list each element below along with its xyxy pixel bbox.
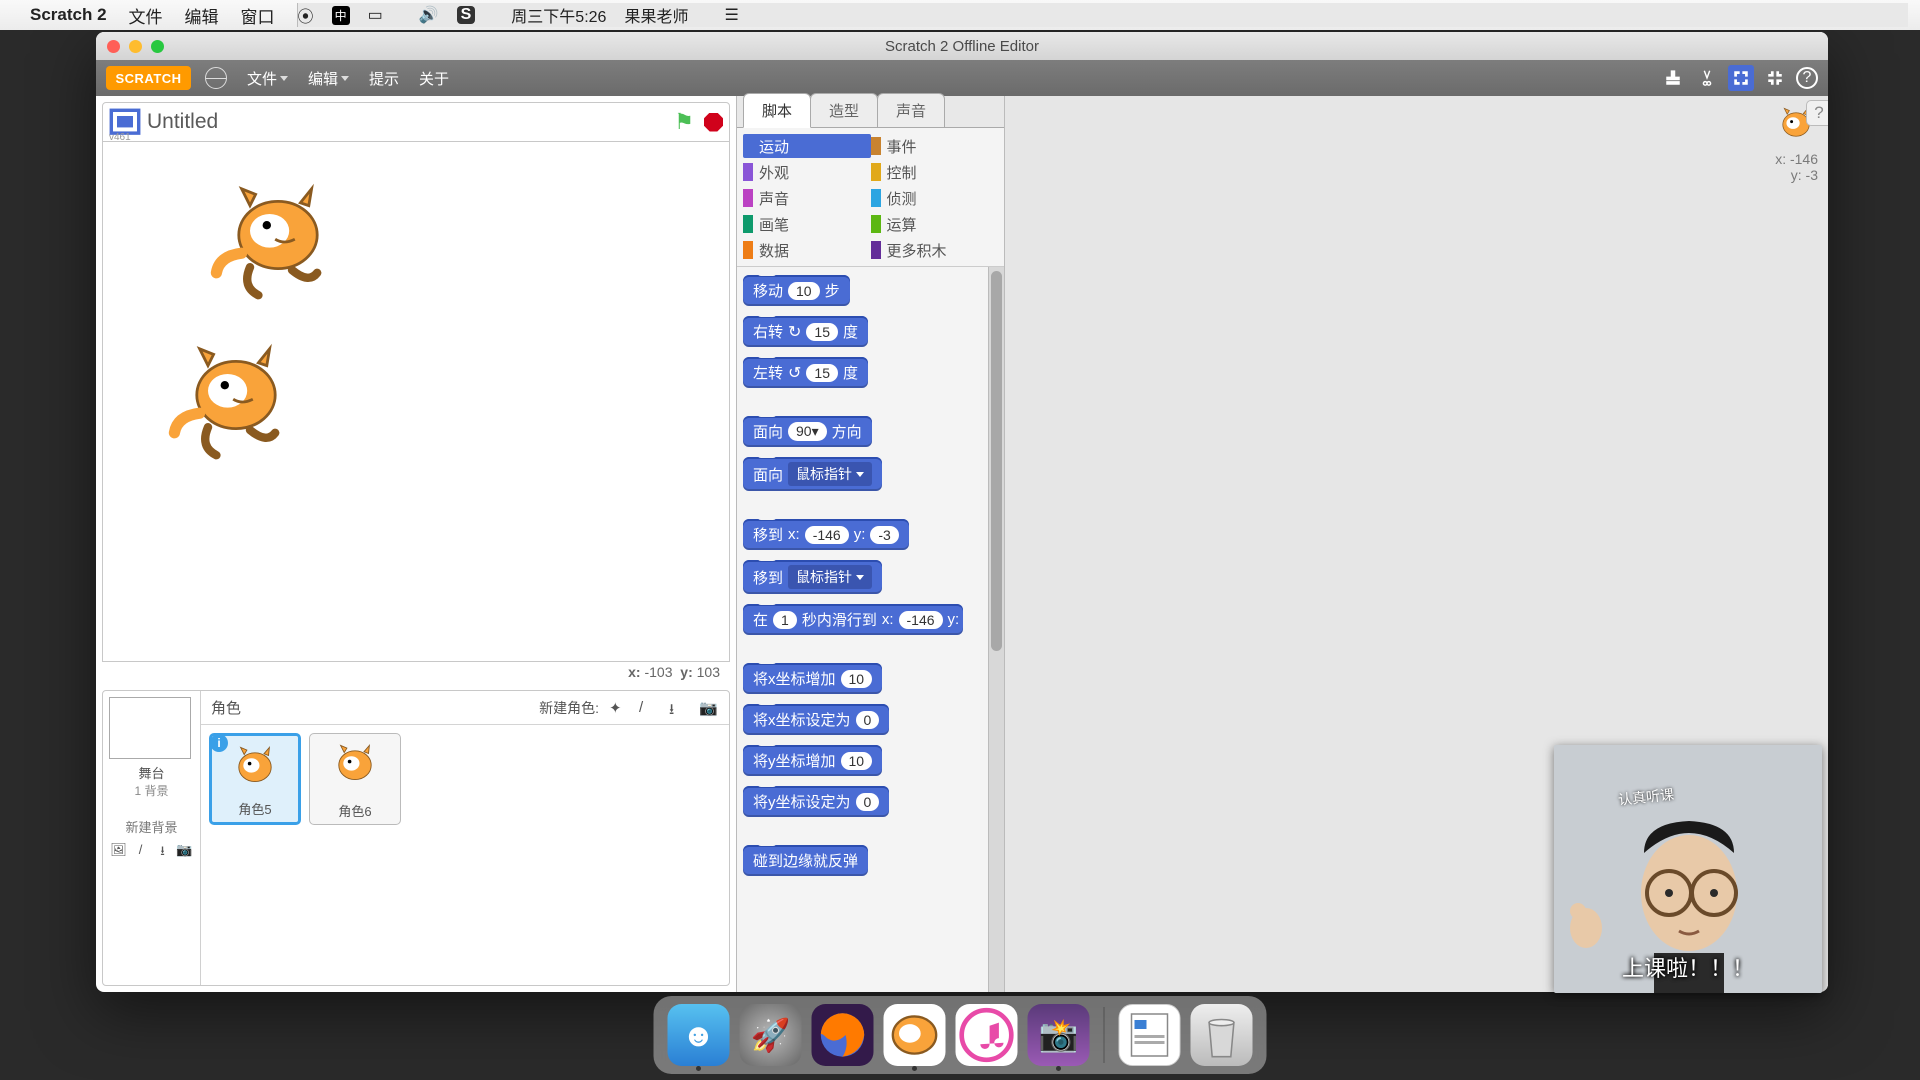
palette-scrollbar[interactable] bbox=[988, 267, 1004, 992]
dock-document[interactable] bbox=[1119, 1004, 1181, 1066]
block-glide[interactable]: 在1秒内滑行到x:-146y: bbox=[743, 604, 963, 635]
block-bounce[interactable]: 碰到边缘就反弹 bbox=[743, 845, 868, 876]
app-name[interactable]: Scratch 2 bbox=[30, 5, 107, 25]
block-goto-xy[interactable]: 移到x:-146y:-3 bbox=[743, 519, 909, 550]
category-画笔[interactable]: 画笔 bbox=[743, 212, 871, 236]
dock-launchpad[interactable]: 🚀 bbox=[740, 1004, 802, 1066]
menu-file[interactable]: 文件 bbox=[129, 3, 163, 28]
block-change-x[interactable]: 将x坐标增加10 bbox=[743, 663, 882, 694]
category-运动[interactable]: 运动 bbox=[743, 134, 871, 158]
dock-firefox[interactable] bbox=[812, 1004, 874, 1066]
category-数据[interactable]: 数据 bbox=[743, 238, 871, 262]
backdrop-upload-icon[interactable]: ⭳ bbox=[154, 842, 172, 858]
clock[interactable]: 周三下午5:26 bbox=[511, 3, 606, 27]
stage-label: 舞台 bbox=[109, 763, 194, 782]
green-flag-icon[interactable]: ⚑ bbox=[674, 109, 694, 135]
stage-coords: x: -103 y: 103 bbox=[102, 662, 730, 684]
block-palette: 移动10步 右转↻15度 左转↺15度 面向90▾方向 面向鼠标指针 移到x:-… bbox=[737, 267, 1004, 992]
cut-tool-icon[interactable] bbox=[1694, 65, 1720, 91]
block-turn-left[interactable]: 左转↺15度 bbox=[743, 357, 868, 388]
sprite-name-1: 角色5 bbox=[212, 799, 298, 818]
backdrop-camera-icon[interactable]: 📷 bbox=[176, 842, 194, 858]
sprite-library-icon[interactable]: ✦ bbox=[609, 699, 629, 717]
new-backdrop-label: 新建背景 bbox=[109, 817, 194, 836]
dock-screenshot[interactable]: 📸 bbox=[1028, 1004, 1090, 1066]
backdrop-library-icon[interactable]: 🖼 bbox=[110, 842, 128, 858]
dock-finder[interactable]: ☻ bbox=[668, 1004, 730, 1066]
macos-menubar: Scratch 2 文件 编辑 窗口 ⦿ 中 ▭ 🔊 S 周三下午5:26 果果… bbox=[0, 0, 1920, 30]
dock-music[interactable] bbox=[956, 1004, 1018, 1066]
sprite-paint-icon[interactable]: / bbox=[639, 699, 659, 717]
sprite-upload-icon[interactable]: ⭳ bbox=[669, 699, 689, 717]
input-method-icon[interactable]: 中 bbox=[332, 6, 350, 25]
backdrop-count: 1 背景 bbox=[109, 782, 194, 799]
sprite-info-icon[interactable]: i bbox=[210, 734, 228, 752]
webcam-overlay: 认真听课 上课啦！！！ bbox=[1554, 745, 1822, 993]
block-change-y[interactable]: 将y坐标增加10 bbox=[743, 745, 882, 776]
airplay-icon[interactable]: ▭ bbox=[368, 5, 383, 25]
tab-costumes[interactable]: 造型 bbox=[810, 93, 878, 127]
project-name[interactable]: Untitled bbox=[147, 110, 218, 134]
block-point-towards[interactable]: 面向鼠标指针 bbox=[743, 457, 882, 491]
window-title: Scratch 2 Offline Editor bbox=[96, 38, 1828, 55]
sprite-camera-icon[interactable]: 📷 bbox=[699, 699, 719, 717]
stage-sprite-2[interactable] bbox=[161, 332, 311, 472]
tab-scripts[interactable]: 脚本 bbox=[743, 93, 811, 128]
sprite-thumb-2[interactable]: 角色6 bbox=[309, 733, 401, 825]
scratch-logo[interactable]: SCRATCH bbox=[106, 66, 191, 90]
stop-icon[interactable] bbox=[704, 113, 723, 132]
macos-dock: ☻ 🚀 📸 bbox=[654, 996, 1267, 1074]
scratch-menu-edit[interactable]: 编辑 bbox=[302, 64, 355, 93]
stamp-tool-icon[interactable] bbox=[1660, 65, 1686, 91]
dock-scratch[interactable] bbox=[884, 1004, 946, 1066]
stage-header: Untitled v461 ⚑ bbox=[102, 102, 730, 142]
category-控制[interactable]: 控制 bbox=[871, 160, 999, 184]
help-panel-icon[interactable]: ? bbox=[1806, 100, 1828, 126]
menu-edit[interactable]: 编辑 bbox=[185, 3, 219, 28]
window-titlebar: Scratch 2 Offline Editor bbox=[96, 32, 1828, 60]
category-更多积木[interactable]: 更多积木 bbox=[871, 238, 999, 262]
record-icon[interactable]: ⦿ bbox=[298, 3, 314, 27]
volume-icon[interactable]: 🔊 bbox=[419, 5, 439, 25]
editor-tabs: 脚本 造型 声音 bbox=[737, 96, 1004, 128]
scratch-menu-about[interactable]: 关于 bbox=[413, 64, 455, 93]
webcam-caption: 上课啦！！！ bbox=[1554, 951, 1822, 983]
block-point-direction[interactable]: 面向90▾方向 bbox=[743, 416, 872, 447]
block-categories: 运动事件外观控制声音侦测画笔运算数据更多积木 bbox=[737, 128, 1004, 267]
user-name[interactable]: 果果老师 bbox=[624, 3, 688, 27]
block-set-y[interactable]: 将y坐标设定为0 bbox=[743, 786, 889, 817]
tab-sounds[interactable]: 声音 bbox=[877, 93, 945, 127]
category-声音[interactable]: 声音 bbox=[743, 186, 871, 210]
backdrop-paint-icon[interactable]: / bbox=[132, 842, 150, 858]
stage-thumbnail[interactable] bbox=[109, 697, 191, 759]
category-侦测[interactable]: 侦测 bbox=[871, 186, 999, 210]
category-外观[interactable]: 外观 bbox=[743, 160, 871, 184]
new-sprite-label: 新建角色: bbox=[539, 698, 599, 718]
sprite-panel: 舞台 1 背景 新建背景 🖼 / ⭳ 📷 角色 新建角色: bbox=[102, 690, 730, 986]
scratch-toolbar: SCRATCH 文件 编辑 提示 关于 ? bbox=[96, 60, 1828, 96]
stage[interactable] bbox=[102, 142, 730, 662]
menu-window[interactable]: 窗口 bbox=[241, 3, 275, 28]
sprites-label: 角色 bbox=[211, 697, 241, 718]
sprite-thumb-1[interactable]: i 角色5 bbox=[209, 733, 301, 825]
dock-trash[interactable] bbox=[1191, 1004, 1253, 1066]
scratch-menu-file[interactable]: 文件 bbox=[241, 64, 294, 93]
block-set-x[interactable]: 将x坐标设定为0 bbox=[743, 704, 889, 735]
shrink-tool-icon[interactable] bbox=[1762, 65, 1788, 91]
sprite-name-2: 角色6 bbox=[310, 801, 400, 820]
sogou-icon[interactable]: S bbox=[457, 6, 476, 24]
block-move[interactable]: 移动10步 bbox=[743, 275, 850, 306]
block-turn-right[interactable]: 右转↻15度 bbox=[743, 316, 868, 347]
scratch-menu-tips[interactable]: 提示 bbox=[363, 64, 405, 93]
help-tool-icon[interactable]: ? bbox=[1796, 67, 1818, 89]
language-icon[interactable] bbox=[205, 67, 227, 89]
block-goto[interactable]: 移到鼠标指针 bbox=[743, 560, 882, 594]
grow-tool-icon[interactable] bbox=[1728, 65, 1754, 91]
stage-sprite-1[interactable] bbox=[203, 172, 353, 312]
category-事件[interactable]: 事件 bbox=[871, 134, 999, 158]
category-运算[interactable]: 运算 bbox=[871, 212, 999, 236]
notification-center-icon[interactable]: ☰ bbox=[724, 5, 738, 25]
